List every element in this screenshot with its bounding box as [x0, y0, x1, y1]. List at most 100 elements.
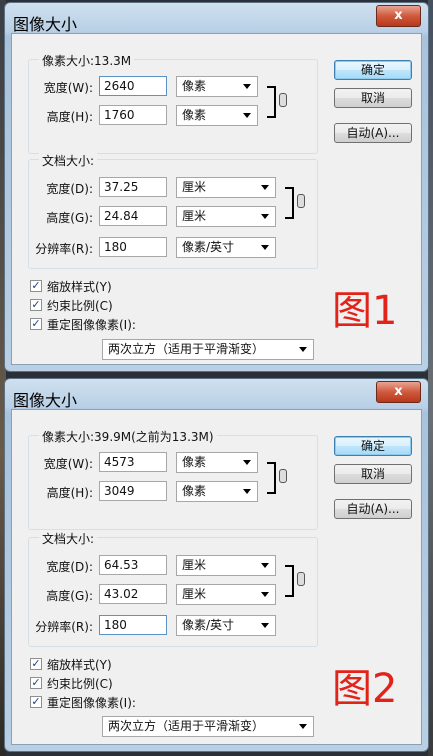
constrain-bracket [285, 565, 294, 597]
constrain-bracket [267, 86, 276, 118]
dialog-client: 像素大小:13.3M 宽度(W): 2640 像素 高度(H): 1760 像素… [11, 33, 422, 365]
scale-styles-label: 缩放样式(Y) [47, 280, 112, 294]
resolution-unit-value: 像素/英寸 [182, 618, 235, 632]
resample-checkbox[interactable]: ✓ [30, 318, 42, 330]
dialog-title: 图像大小 [13, 391, 78, 410]
doc-height-label: 高度(G): [46, 589, 93, 603]
chain-link-icon [297, 194, 305, 208]
chain-link-icon [279, 93, 287, 107]
constrain-bracket [285, 187, 294, 219]
document-size-label: 文档大小: [39, 152, 98, 169]
width-input[interactable]: 2640 [99, 76, 167, 96]
chevron-down-icon [243, 489, 251, 494]
constrain-proportions-label: 约束比例(C) [47, 677, 113, 691]
width-unit-value: 像素 [182, 79, 207, 93]
constrain-proportions-checkbox[interactable]: ✓ [30, 299, 42, 311]
chevron-down-icon [261, 214, 269, 219]
height-input[interactable]: 3049 [99, 481, 167, 501]
height-input[interactable]: 1760 [99, 105, 167, 125]
document-size-group: 文档大小: 宽度(D): 37.25 厘米 高度(G): 24.84 厘米 分辨… [28, 152, 318, 269]
ok-button[interactable]: 确定 [334, 436, 412, 456]
resolution-unit-value: 像素/英寸 [182, 240, 235, 254]
auto-button[interactable]: 自动(A)... [334, 123, 412, 143]
chevron-down-icon [261, 563, 269, 568]
height-unit-select[interactable]: 像素 [176, 481, 258, 502]
height-label: 高度(H): [46, 110, 93, 124]
resolution-label: 分辨率(R): [35, 620, 93, 634]
scale-styles-label: 缩放样式(Y) [47, 658, 112, 672]
pixel-dimensions-label: 像素大小:13.3M [39, 52, 135, 69]
scale-styles-checkbox[interactable]: ✓ [30, 280, 42, 292]
doc-width-unit-select[interactable]: 厘米 [176, 555, 276, 576]
image-size-dialog-2: 图像大小 x 像素大小:39.9M(之前为13.3M) 宽度(W): 4573 … [4, 378, 429, 752]
height-unit-value: 像素 [182, 484, 207, 498]
cancel-button[interactable]: 取消 [334, 464, 412, 484]
resample-method-value: 两次立方（适用于平滑渐变） [108, 342, 265, 356]
scale-styles-checkbox[interactable]: ✓ [30, 658, 42, 670]
doc-width-label: 宽度(D): [46, 560, 93, 574]
doc-height-input[interactable]: 43.02 [99, 584, 167, 604]
resample-label: 重定图像像素(I): [47, 318, 136, 332]
doc-height-unit-value: 厘米 [182, 587, 207, 601]
width-label: 宽度(W): [43, 81, 93, 95]
chevron-down-icon [299, 724, 307, 729]
chevron-down-icon [261, 623, 269, 628]
doc-height-unit-value: 厘米 [182, 209, 207, 223]
chevron-down-icon [261, 185, 269, 190]
chevron-down-icon [261, 592, 269, 597]
doc-width-unit-select[interactable]: 厘米 [176, 177, 276, 198]
auto-button[interactable]: 自动(A)... [334, 499, 412, 519]
image-size-dialog-1: 图像大小 x 像素大小:13.3M 宽度(W): 2640 像素 高度(H): … [4, 2, 429, 372]
width-unit-value: 像素 [182, 455, 207, 469]
doc-width-unit-value: 厘米 [182, 558, 207, 572]
chain-link-icon [297, 572, 305, 586]
doc-width-unit-value: 厘米 [182, 180, 207, 194]
cancel-button[interactable]: 取消 [334, 88, 412, 108]
chevron-down-icon [243, 460, 251, 465]
width-unit-select[interactable]: 像素 [176, 76, 258, 97]
dialog-title: 图像大小 [13, 15, 78, 34]
height-unit-select[interactable]: 像素 [176, 105, 258, 126]
ok-button[interactable]: 确定 [334, 60, 412, 80]
doc-width-label: 宽度(D): [46, 182, 93, 196]
resolution-input[interactable]: 180 [99, 237, 167, 257]
close-button[interactable]: x [376, 5, 421, 27]
figure-annotation: 图1 [332, 288, 398, 334]
resolution-unit-select[interactable]: 像素/英寸 [176, 615, 276, 636]
document-size-group: 文档大小: 宽度(D): 64.53 厘米 高度(G): 43.02 厘米 分辨… [28, 530, 318, 647]
doc-height-unit-select[interactable]: 厘米 [176, 206, 276, 227]
constrain-proportions-label: 约束比例(C) [47, 299, 113, 313]
doc-height-input[interactable]: 24.84 [99, 206, 167, 226]
doc-height-label: 高度(G): [46, 211, 93, 225]
doc-width-input[interactable]: 37.25 [99, 177, 167, 197]
pixel-dimensions-group: 像素大小:39.9M(之前为13.3M) 宽度(W): 4573 像素 高度(H… [28, 428, 318, 530]
dialog-client: 像素大小:39.9M(之前为13.3M) 宽度(W): 4573 像素 高度(H… [11, 409, 422, 745]
resample-checkbox[interactable]: ✓ [30, 696, 42, 708]
resample-method-select[interactable]: 两次立方（适用于平滑渐变） [102, 716, 314, 737]
document-size-label: 文档大小: [39, 530, 98, 547]
height-unit-value: 像素 [182, 108, 207, 122]
width-label: 宽度(W): [43, 457, 93, 471]
width-unit-select[interactable]: 像素 [176, 452, 258, 473]
width-input[interactable]: 4573 [99, 452, 167, 472]
height-label: 高度(H): [46, 486, 93, 500]
doc-height-unit-select[interactable]: 厘米 [176, 584, 276, 605]
chevron-down-icon [243, 113, 251, 118]
chain-link-icon [279, 469, 287, 483]
chevron-down-icon [299, 347, 307, 352]
resample-method-select[interactable]: 两次立方（适用于平滑渐变） [102, 339, 314, 360]
figure-annotation: 图2 [332, 666, 398, 712]
chevron-down-icon [261, 245, 269, 250]
resample-label: 重定图像像素(I): [47, 696, 136, 710]
resolution-unit-select[interactable]: 像素/英寸 [176, 237, 276, 258]
chevron-down-icon [243, 84, 251, 89]
close-button[interactable]: x [376, 381, 421, 403]
resolution-label: 分辨率(R): [35, 242, 93, 256]
pixel-dimensions-label: 像素大小:39.9M(之前为13.3M) [39, 428, 217, 445]
doc-width-input[interactable]: 64.53 [99, 555, 167, 575]
resample-method-value: 两次立方（适用于平滑渐变） [108, 719, 265, 733]
pixel-dimensions-group: 像素大小:13.3M 宽度(W): 2640 像素 高度(H): 1760 像素 [28, 52, 318, 154]
resolution-input[interactable]: 180 [99, 615, 167, 635]
constrain-proportions-checkbox[interactable]: ✓ [30, 677, 42, 689]
constrain-bracket [267, 462, 276, 494]
